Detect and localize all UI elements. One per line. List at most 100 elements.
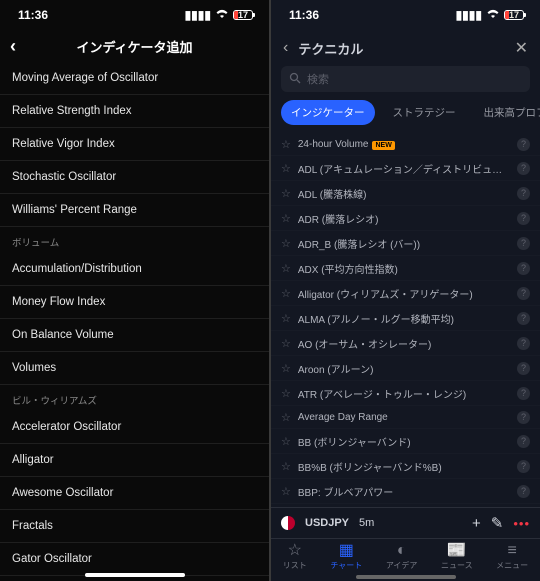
list-item[interactable]: ☆ATR (アベレージ・トゥルー・レンジ)? [271,381,540,406]
list-item[interactable]: Alligator [0,444,269,477]
help-icon[interactable]: ? [517,187,530,200]
list-item[interactable]: On Balance Volume [0,319,269,352]
list-item[interactable]: Money Flow Index [0,286,269,319]
tabbar-button[interactable]: 📰ニュース [441,543,473,571]
star-icon[interactable]: ☆ [281,460,291,473]
header: ‹ テクニカル ✕ [271,30,540,66]
list-item[interactable]: Relative Vigor Index [0,128,269,161]
item-label: Aroon (アルーン) [298,361,510,376]
tabbar-button[interactable]: ☆リスト [283,543,307,571]
help-icon[interactable]: ? [517,460,530,473]
list-item[interactable]: Accelerator Oscillator [0,411,269,444]
help-icon[interactable]: ? [517,485,530,498]
close-button[interactable]: ✕ [515,38,528,58]
section-header: ビル・ウィリアムズ [0,385,269,411]
list-item[interactable]: ☆24-hour VolumeNEW? [271,133,540,156]
star-icon[interactable]: ☆ [281,187,291,200]
home-indicator[interactable] [85,573,185,577]
list-item[interactable]: Moving Average of Oscillator [0,62,269,95]
list-item[interactable]: ☆ADL (アキュムレーション／ディストリビューショ…? [271,156,540,181]
tabbar-label: チャート [330,560,362,571]
more-icon[interactable]: ••• [513,516,530,531]
home-indicator[interactable] [356,575,456,579]
indicator-list: ☆24-hour VolumeNEW?☆ADL (アキュムレーション／ディストリ… [271,133,540,507]
star-icon[interactable]: ☆ [281,262,291,275]
list-item[interactable]: ☆ Aroon (アルーン)? [271,356,540,381]
list-item[interactable]: ☆ADX (平均方向性指数)? [271,256,540,281]
help-icon[interactable]: ? [517,362,530,375]
item-label: BBP: ブルベアパワー [298,484,510,499]
page-title: インディケータ追加 [76,37,192,56]
help-icon[interactable]: ? [517,435,530,448]
symbol-bar: USDJPY 5m + ✎ ••• [271,507,540,538]
section-header: ボリューム [0,227,269,253]
list-item[interactable]: ☆ AO (オーサム・オシレーター)? [271,331,540,356]
star-icon[interactable]: ☆ [281,287,291,300]
list-item[interactable]: Fractals [0,510,269,543]
help-icon[interactable]: ? [517,262,530,275]
help-icon[interactable]: ? [517,212,530,225]
star-icon[interactable]: ☆ [281,435,291,448]
list-item[interactable]: Awesome Oscillator [0,477,269,510]
list-item[interactable]: Accumulation/Distribution [0,253,269,286]
list-item[interactable]: ☆Alligator (ウィリアムズ・アリゲーター)? [271,281,540,306]
list-item[interactable]: Williams' Percent Range [0,194,269,227]
help-icon[interactable]: ? [517,138,530,151]
star-icon[interactable]: ☆ [281,162,291,175]
search-placeholder: 検索 [307,71,329,87]
help-icon[interactable]: ? [517,237,530,250]
help-icon[interactable]: ? [517,287,530,300]
tabbar-icon: ◐ [397,543,407,559]
item-label: ADR (騰落レシオ) [298,211,510,226]
list-item[interactable]: ☆ALMA (アルノー・ルグー移動平均)? [271,306,540,331]
list-item[interactable]: ☆ ADR (騰落レシオ)? [271,206,540,231]
list-item[interactable]: Relative Strength Index [0,95,269,128]
symbol-interval[interactable]: 5m [359,517,374,529]
draw-icon[interactable]: ✎ [491,514,504,532]
category-tab[interactable]: ストラテジー [383,100,466,125]
symbol-name[interactable]: USDJPY [305,517,349,529]
category-tab[interactable]: インジケーター [281,100,375,125]
item-label: ADL (騰落株線) [298,186,510,201]
signal-icon: ▮▮▮▮ [456,8,482,22]
tabbar-button[interactable]: ◐アイデア [386,543,418,571]
help-icon[interactable]: ? [517,387,530,400]
list-item[interactable]: ☆BB%B (ボリンジャーバンド%B)? [271,454,540,479]
star-icon[interactable]: ☆ [281,411,291,424]
star-icon[interactable]: ☆ [281,237,291,250]
star-icon[interactable]: ☆ [281,138,291,151]
star-icon[interactable]: ☆ [281,387,291,400]
tabbar-button[interactable]: ▦チャート [330,543,362,571]
search-input[interactable]: 検索 [281,66,530,92]
add-icon[interactable]: + [472,515,481,532]
tabbar-button[interactable]: ≡メニュー [496,543,528,571]
star-icon[interactable]: ☆ [281,312,291,325]
tabbar-label: メニュー [496,560,528,571]
help-icon[interactable]: ? [517,162,530,175]
list-item[interactable]: ☆ BBP: ブルベアパワー? [271,479,540,504]
battery-icon: 17 [504,10,524,20]
help-icon[interactable]: ? [517,312,530,325]
list-item[interactable]: ☆ ADL (騰落株線)? [271,181,540,206]
list-item[interactable]: ☆ADR_B (騰落レシオ (バー))? [271,231,540,256]
list-item[interactable]: Gator Oscillator [0,543,269,576]
category-tab[interactable]: 出来高プロファイル [474,100,540,125]
item-label: AO (オーサム・オシレーター) [298,336,510,351]
star-icon[interactable]: ☆ [281,485,291,498]
star-icon[interactable]: ☆ [281,362,291,375]
wifi-icon [486,8,500,22]
status-bar: 11:36 ▮▮▮▮ 17 [0,0,269,30]
back-button[interactable]: ‹ [10,36,16,57]
help-icon[interactable]: ? [517,337,530,350]
star-icon[interactable]: ☆ [281,212,291,225]
list-item[interactable]: ☆Average Day Range? [271,406,540,429]
status-bar: 11:36 ▮▮▮▮ 17 [271,0,540,30]
star-icon[interactable]: ☆ [281,337,291,350]
help-icon[interactable]: ? [517,411,530,424]
list-item[interactable]: Stochastic Oscillator [0,161,269,194]
list-item[interactable]: Volumes [0,352,269,385]
list-item[interactable]: ☆BB (ボリンジャーバンド)? [271,429,540,454]
status-time: 11:36 [289,8,319,22]
page-title: テクニカル [298,39,504,58]
back-button[interactable]: ‹ [283,39,288,57]
